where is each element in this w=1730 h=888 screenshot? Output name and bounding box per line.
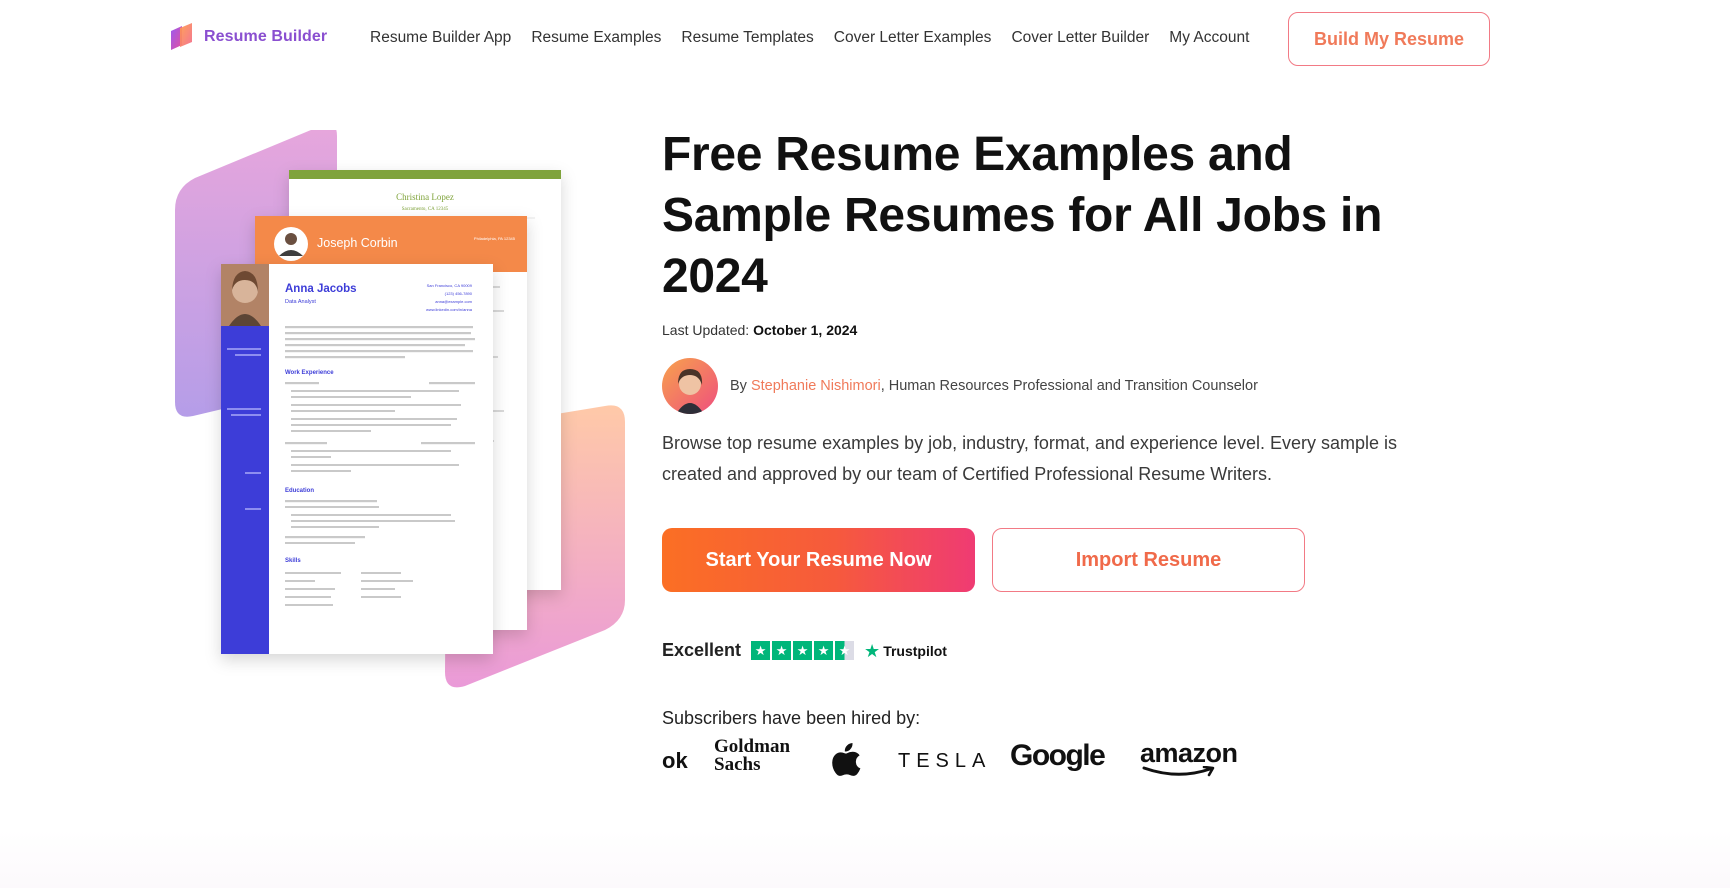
resume-card-front: Anna Jacobs Data Analyst San Francisco, … bbox=[221, 264, 493, 654]
nav-my-account[interactable]: My Account bbox=[1169, 29, 1249, 47]
facebook-logo-partial: ok bbox=[662, 748, 688, 773]
card-middle-location: Philadelphia, PA 12345 bbox=[474, 236, 516, 241]
author-text: By Stephanie Nishimori, Human Resources … bbox=[730, 378, 1258, 394]
author-avatar bbox=[662, 358, 718, 414]
trustpilot-star-icon: ★ bbox=[864, 640, 881, 661]
card-front-contact-1: San Francisco, CA 90009 bbox=[427, 283, 473, 288]
last-updated-label: Last Updated: bbox=[662, 322, 750, 338]
start-your-resume-button[interactable]: Start Your Resume Now bbox=[662, 528, 975, 592]
card-front-section-education: Education bbox=[285, 488, 314, 494]
card-middle-name: Joseph Corbin bbox=[317, 236, 398, 250]
trust-rating-label: Excellent bbox=[662, 640, 742, 660]
amazon-logo: amazon bbox=[1140, 738, 1238, 777]
google-logo: Google bbox=[1010, 739, 1106, 772]
hero-description: Browse top resume examples by job, indus… bbox=[662, 433, 1397, 484]
star-icon: ★ bbox=[793, 641, 813, 660]
import-resume-button[interactable]: Import Resume bbox=[992, 528, 1305, 592]
tesla-logo: TESLA bbox=[898, 750, 992, 772]
company-logos: ok Goldman Sachs TESLA Google amazon bbox=[662, 736, 1262, 784]
card-front-contact-2: (123) 456-7890 bbox=[445, 291, 473, 296]
author-title: , Human Resources Professional and Trans… bbox=[880, 378, 1258, 394]
author-photo-icon bbox=[662, 358, 718, 414]
last-updated-date: October 1, 2024 bbox=[753, 322, 858, 338]
card-back-accent-bar bbox=[289, 170, 561, 179]
card-back-name: Christina Lopez bbox=[396, 192, 454, 202]
card-front-contact-3: anna@example.com bbox=[435, 299, 472, 304]
nav-resume-builder-app[interactable]: Resume Builder App bbox=[370, 29, 511, 47]
trustpilot-brand: Trustpilot bbox=[883, 642, 947, 659]
trustpilot-logo: ★ Trustpilot bbox=[864, 642, 947, 660]
half-star-icon: ★ bbox=[835, 641, 855, 660]
resume-builder-logo-icon bbox=[171, 23, 192, 50]
hired-by-label: Subscribers have been hired by: bbox=[662, 708, 921, 728]
card-front-section-work: Work Experience bbox=[285, 370, 334, 376]
card-front-contact-4: www.linkedin.com/in/anna bbox=[426, 307, 473, 312]
card-front-role: Data Analyst bbox=[285, 299, 316, 305]
build-my-resume-button[interactable]: Build My Resume bbox=[1288, 12, 1490, 66]
star-icon: ★ bbox=[751, 641, 771, 660]
last-updated: Last Updated: October 1, 2024 bbox=[662, 322, 857, 338]
apple-logo-icon bbox=[832, 743, 861, 776]
author-name-link[interactable]: Stephanie Nishimori bbox=[751, 378, 881, 394]
card-back-location: Sacramento, CA 12345 bbox=[402, 207, 449, 212]
logo-link[interactable]: Resume Builder bbox=[168, 23, 327, 51]
logo-text: Resume Builder bbox=[204, 28, 328, 45]
goldman-sachs-logo: Goldman Sachs bbox=[714, 736, 791, 775]
card-front-name: Anna Jacobs bbox=[285, 283, 357, 295]
star-icon: ★ bbox=[772, 641, 792, 660]
star-icon: ★ bbox=[814, 641, 834, 660]
amazon-wordmark: amazon bbox=[1140, 738, 1238, 768]
trust-stars: ★ ★ ★ ★ ★ bbox=[751, 641, 855, 660]
nav-cover-letter-builder[interactable]: Cover Letter Builder bbox=[1011, 29, 1149, 47]
author-prefix: By bbox=[730, 378, 751, 394]
nav-resume-templates[interactable]: Resume Templates bbox=[681, 29, 813, 47]
card-front-section-skills: Skills bbox=[285, 558, 301, 564]
nav-resume-examples[interactable]: Resume Examples bbox=[531, 29, 661, 47]
page-title: Free Resume Examples and Sample Resumes … bbox=[662, 128, 1383, 303]
amazon-smile-icon bbox=[1142, 766, 1215, 777]
nav-cover-letter-examples[interactable]: Cover Letter Examples bbox=[834, 29, 992, 47]
site-header: Resume Builder Resume Builder App Resume… bbox=[0, 0, 1730, 78]
author-byline: By Stephanie Nishimori, Human Resources … bbox=[662, 358, 1258, 414]
section-divider-fade bbox=[0, 830, 1730, 888]
resume-stack-illustration: Christina Lopez Sacramento, CA 12345 Jos… bbox=[175, 130, 625, 688]
main-nav: Resume Builder App Resume Examples Resum… bbox=[370, 29, 1269, 47]
trustpilot-widget[interactable]: Excellent ★ ★ ★ ★ ★ ★ Trustpilot bbox=[662, 640, 947, 661]
